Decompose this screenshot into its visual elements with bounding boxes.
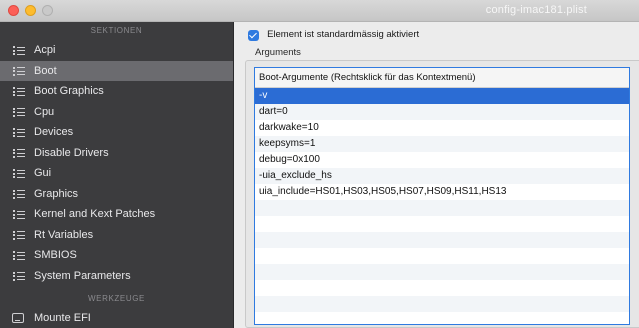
sidebar-item-label: Devices [34, 126, 74, 138]
table-row[interactable]: -v [255, 88, 629, 104]
tool-item-label: Mounte EFI [34, 312, 91, 324]
table-row[interactable] [255, 200, 629, 216]
sidebar-tools: Mounte EFI [0, 308, 233, 328]
sidebar-item-label: Disable Drivers [34, 146, 109, 159]
sidebar: SEKTIONEN Acpi Boot Boot Graphics Cpu Device… [0, 22, 234, 328]
sidebar-item-graphics[interactable]: Graphics [0, 184, 233, 205]
sidebar-item-label: Gui [34, 167, 52, 179]
list-icon [13, 251, 25, 260]
sidebar-item-label: Boot Graphics [34, 85, 104, 97]
window-title: config-imac181.plist [485, 4, 587, 16]
list-icon [13, 107, 25, 117]
sidebar-item-rt-variables[interactable]: Rt Variables [0, 225, 233, 246]
boot-arguments-table[interactable]: Boot-Argumente (Rechtsklick für das Kont… [254, 67, 630, 325]
sidebar-item-label: Kernel and Kext Patches [34, 208, 156, 220]
sidebar-item-gui[interactable]: Gui [0, 163, 233, 184]
sidebar-item-devices[interactable]: Devices [0, 122, 233, 143]
sidebar-item-label: System Parameters [34, 269, 131, 282]
list-icon [13, 66, 25, 76]
list-icon [13, 210, 25, 219]
table-row[interactable] [255, 232, 629, 248]
enabled-checkbox-row[interactable]: Element ist standardmässig aktiviert [248, 28, 419, 42]
sidebar-item-label: Rt Variables [34, 228, 94, 241]
sidebar-item-kernel-and-kext-patches[interactable]: Kernel and Kext Patches [0, 204, 233, 225]
sidebar-item-smbios[interactable]: SMBIOS [0, 245, 233, 266]
enabled-checkbox[interactable] [248, 29, 259, 41]
sidebar-item-label: Acpi [34, 44, 56, 56]
table-row[interactable] [255, 280, 629, 296]
sidebar-item-label: SMBIOS [34, 249, 77, 261]
sidebar-item-label: Boot [34, 64, 57, 77]
title-bar: config-imac181.plist [0, 0, 639, 22]
list-icon [13, 230, 25, 240]
sidebar-item-disable-drivers[interactable]: Disable Drivers [0, 143, 233, 164]
disk-icon [12, 313, 24, 323]
sidebar-item-boot[interactable]: Boot [0, 60, 233, 81]
arguments-label: Arguments [255, 47, 301, 58]
tool-item-mounte-efi[interactable]: Mounte EFI [0, 308, 233, 328]
table-body: -v dart=0 darkwake=10 keepsyms=1 debug=0x100… [255, 88, 629, 312]
table-row[interactable]: keepsyms=1 [255, 136, 629, 152]
table-header[interactable]: Boot-Argumente (Rechtsklick für das Kont… [255, 68, 629, 88]
sidebar-item-label: Graphics [34, 187, 79, 200]
list-icon [13, 169, 25, 178]
sidebar-item-label: Cpu [34, 105, 55, 118]
table-row[interactable] [255, 296, 629, 312]
table-row[interactable]: dart=0 [255, 104, 629, 120]
sidebar-item-cpu[interactable]: Cpu [0, 102, 233, 123]
table-row[interactable]: uia_include=HS01,HS03,HS05,HS07,HS09,HS1… [255, 184, 629, 200]
sections-header: SEKTIONEN [90, 26, 143, 35]
table-row[interactable] [255, 216, 629, 232]
list-icon [13, 271, 25, 281]
table-row[interactable] [255, 248, 629, 264]
sidebar-items: Acpi Boot Boot Graphics Cpu Devices Disable D… [0, 40, 233, 286]
list-icon [13, 148, 25, 158]
table-row[interactable] [255, 264, 629, 280]
zoom-window-button[interactable] [42, 5, 53, 16]
sidebar-item-system-parameters[interactable]: System Parameters [0, 266, 233, 287]
table-row[interactable]: -uia_exclude_hs [255, 168, 629, 184]
list-icon [13, 87, 25, 96]
close-window-button[interactable] [8, 5, 19, 16]
minimize-window-button[interactable] [25, 5, 36, 16]
list-icon [13, 46, 25, 55]
enabled-checkbox-label: Element ist standardmässig aktiviert [267, 29, 420, 41]
table-row[interactable]: debug=0x100 [255, 152, 629, 168]
tools-header: WERKZEUGE [88, 294, 145, 303]
sidebar-item-boot-graphics[interactable]: Boot Graphics [0, 81, 233, 102]
list-icon [13, 189, 25, 199]
list-icon [13, 128, 25, 137]
sidebar-item-acpi[interactable]: Acpi [0, 40, 233, 61]
table-row[interactable]: darkwake=10 [255, 120, 629, 136]
main-panel: Element ist standardmässig aktiviert Arg… [235, 22, 639, 328]
